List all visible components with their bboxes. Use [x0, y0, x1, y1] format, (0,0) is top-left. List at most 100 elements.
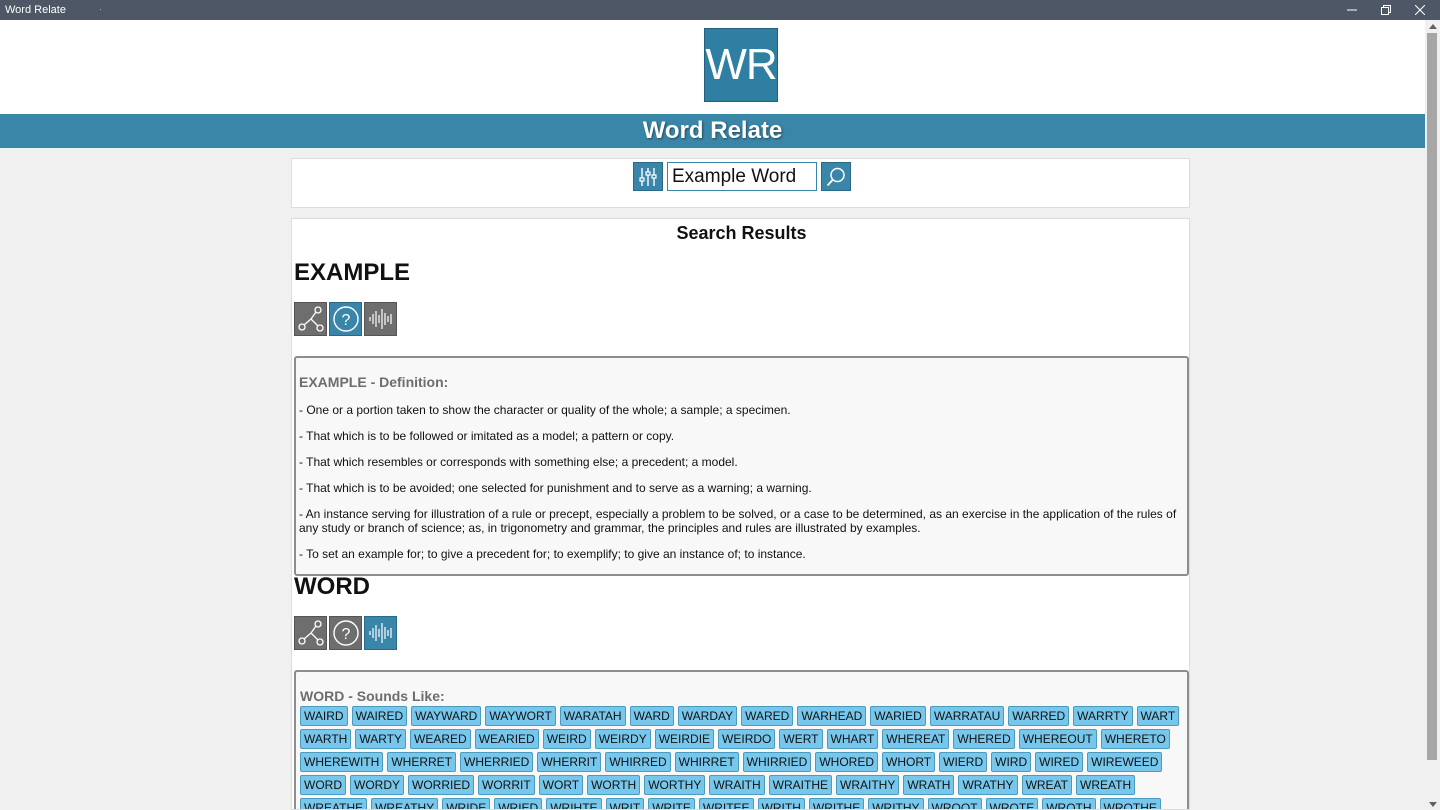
sounds-like-chip[interactable]: WORD [300, 775, 346, 795]
scroll-down-icon[interactable] [1425, 798, 1440, 810]
minimize-icon[interactable] [1335, 0, 1369, 20]
sounds-like-chip[interactable]: WARRATAU [929, 706, 1005, 726]
vertical-scrollbar[interactable] [1425, 20, 1440, 810]
sounds-like-chip[interactable]: WREATHY [371, 798, 439, 809]
sounds-like-chip[interactable]: WROOT [927, 798, 982, 809]
sounds-like-chip[interactable]: WROTE [985, 798, 1039, 809]
search-input[interactable] [667, 162, 817, 191]
sounds-like-icon [368, 623, 392, 643]
sounds-like-chip[interactable]: WIERD [939, 752, 988, 772]
sounds-like-chip[interactable]: WRIED [494, 798, 543, 809]
sounds-like-chip[interactable]: WHERRET [387, 752, 456, 772]
sounds-like-chip[interactable]: WREATHE [300, 798, 368, 809]
results-panel: Search Results EXAMPLE ? EXAMPLE - Defin… [291, 218, 1190, 810]
sounds-like-chip[interactable]: WRAITHE [768, 775, 832, 795]
filter-button[interactable] [633, 162, 663, 191]
svg-text:?: ? [341, 312, 350, 329]
title-banner: Word Relate [0, 114, 1425, 148]
sounds-like-chip[interactable]: WREATH [1076, 775, 1136, 795]
sounds-like-tab[interactable] [364, 616, 397, 650]
sounds-like-chip[interactable]: WRIHTE [546, 798, 602, 809]
sounds-like-chip[interactable]: WRAITHY [836, 775, 900, 795]
sounds-like-chip[interactable]: WARED [741, 706, 794, 726]
sounds-like-chip[interactable]: WEARED [410, 729, 471, 749]
sounds-like-chip[interactable]: WHERED [953, 729, 1015, 749]
sounds-like-chip[interactable]: WEIRDO [718, 729, 776, 749]
sounds-like-chip[interactable]: WRITHY [868, 798, 924, 809]
definition-item: - That which resembles or corresponds wi… [299, 455, 738, 469]
sounds-like-chip[interactable]: WRATHY [958, 775, 1018, 795]
sounds-like-chip[interactable]: WRATH [903, 775, 955, 795]
sounds-like-chip[interactable]: WORDY [350, 775, 404, 795]
sounds-like-chip[interactable]: WRITE [648, 798, 695, 809]
sounds-like-chip[interactable]: WHERRIED [460, 752, 534, 772]
sounds-like-chip[interactable]: WARTY [355, 729, 407, 749]
sounds-like-chip[interactable]: WARRED [1008, 706, 1070, 726]
relations-icon [297, 620, 324, 646]
sounds-like-chip[interactable]: WAYWARD [411, 706, 482, 726]
sounds-like-chip[interactable]: WHIRRET [674, 752, 739, 772]
sounds-like-chip[interactable]: WEIRD [542, 729, 591, 749]
sounds-like-chip[interactable]: WRITHE [808, 798, 865, 809]
relations-tab[interactable] [294, 302, 327, 336]
sounds-like-chip[interactable]: WRIT [605, 798, 645, 809]
sounds-like-chip[interactable]: WHART [826, 729, 879, 749]
sounds-like-tab[interactable] [364, 302, 397, 336]
sounds-like-chip[interactable]: WAIRD [300, 706, 348, 726]
sounds-like-chip[interactable]: WEIRDIE [654, 729, 715, 749]
sounds-like-chip[interactable]: WIRED [1035, 752, 1084, 772]
sounds-like-chip[interactable]: WORTHY [644, 775, 706, 795]
relations-tab[interactable] [294, 616, 327, 650]
entry-tabs-word: ? [294, 616, 397, 650]
sounds-like-chip[interactable]: WHEREWITH [300, 752, 384, 772]
sounds-like-chip[interactable]: WREAT [1021, 775, 1073, 795]
sounds-like-chip[interactable]: WEIRDY [594, 729, 651, 749]
sounds-like-chip[interactable]: WIRD [991, 752, 1032, 772]
sounds-like-chip[interactable]: WHIRRED [605, 752, 671, 772]
sounds-like-chip[interactable]: WHIRRIED [742, 752, 812, 772]
sounds-like-icon [368, 309, 392, 329]
sounds-like-chip[interactable]: WARRTY [1073, 706, 1133, 726]
sounds-like-chip[interactable]: WARATAH [559, 706, 626, 726]
scroll-up-icon[interactable] [1425, 20, 1440, 32]
sounds-like-chip[interactable]: WORTH [587, 775, 641, 795]
sounds-like-chip[interactable]: WAIRED [351, 706, 408, 726]
sounds-like-chip[interactable]: WARDAY [677, 706, 738, 726]
sounds-like-chip[interactable]: WHERETO [1100, 729, 1170, 749]
sounds-like-chip[interactable]: WARHEAD [797, 706, 867, 726]
sounds-like-chip[interactable]: WRAITH [709, 775, 765, 795]
search-button[interactable] [821, 162, 851, 191]
close-icon[interactable] [1403, 0, 1437, 20]
sounds-like-chip[interactable]: WARTH [300, 729, 352, 749]
sounds-like-chip[interactable]: WHEREOUT [1018, 729, 1097, 749]
definition-item: - That which is to be avoided; one selec… [299, 481, 812, 495]
sounds-like-chip[interactable]: WORT [538, 775, 584, 795]
sounds-like-chip[interactable]: WHORT [882, 752, 936, 772]
sounds-like-chip[interactable]: WEARIED [474, 729, 539, 749]
sounds-like-chip[interactable]: WHEREAT [882, 729, 950, 749]
definition-tab[interactable]: ? [329, 616, 362, 650]
sounds-like-chip[interactable]: WRIDE [442, 798, 491, 809]
sounds-like-chip[interactable]: WORRIED [408, 775, 474, 795]
definition-tab[interactable]: ? [329, 302, 362, 336]
sounds-like-chip[interactable]: WART [1136, 706, 1180, 726]
sounds-like-chip[interactable]: WERT [779, 729, 823, 749]
sounds-like-chip[interactable]: WARIED [870, 706, 926, 726]
definition-item: - One or a portion taken to show the cha… [299, 403, 791, 417]
sounds-like-chip[interactable]: WRITH [757, 798, 805, 809]
sounds-like-chip[interactable]: WHORED [815, 752, 879, 772]
sounds-like-chip[interactable]: WROTH [1042, 798, 1096, 809]
sounds-like-chip[interactable]: WARD [629, 706, 674, 726]
sounds-like-chip[interactable]: WRITEE [698, 798, 754, 809]
sounds-like-chip[interactable]: WAYWORT [485, 706, 556, 726]
scroll-thumb[interactable] [1427, 33, 1437, 760]
definition-item: - To set an example for; to give a prece… [299, 547, 806, 561]
definition-box: EXAMPLE - Definition: - One or a portion… [294, 356, 1189, 576]
sounds-like-chip[interactable]: WROTHE [1099, 798, 1161, 809]
sounds-like-chip[interactable]: WIREWEED [1087, 752, 1163, 772]
sounds-like-chip[interactable]: WORRIT [478, 775, 535, 795]
sounds-like-chip[interactable]: WHERRIT [537, 752, 602, 772]
app-logo: WR [704, 28, 778, 102]
restore-icon[interactable] [1369, 0, 1403, 20]
window-title: Word Relate [5, 4, 66, 16]
